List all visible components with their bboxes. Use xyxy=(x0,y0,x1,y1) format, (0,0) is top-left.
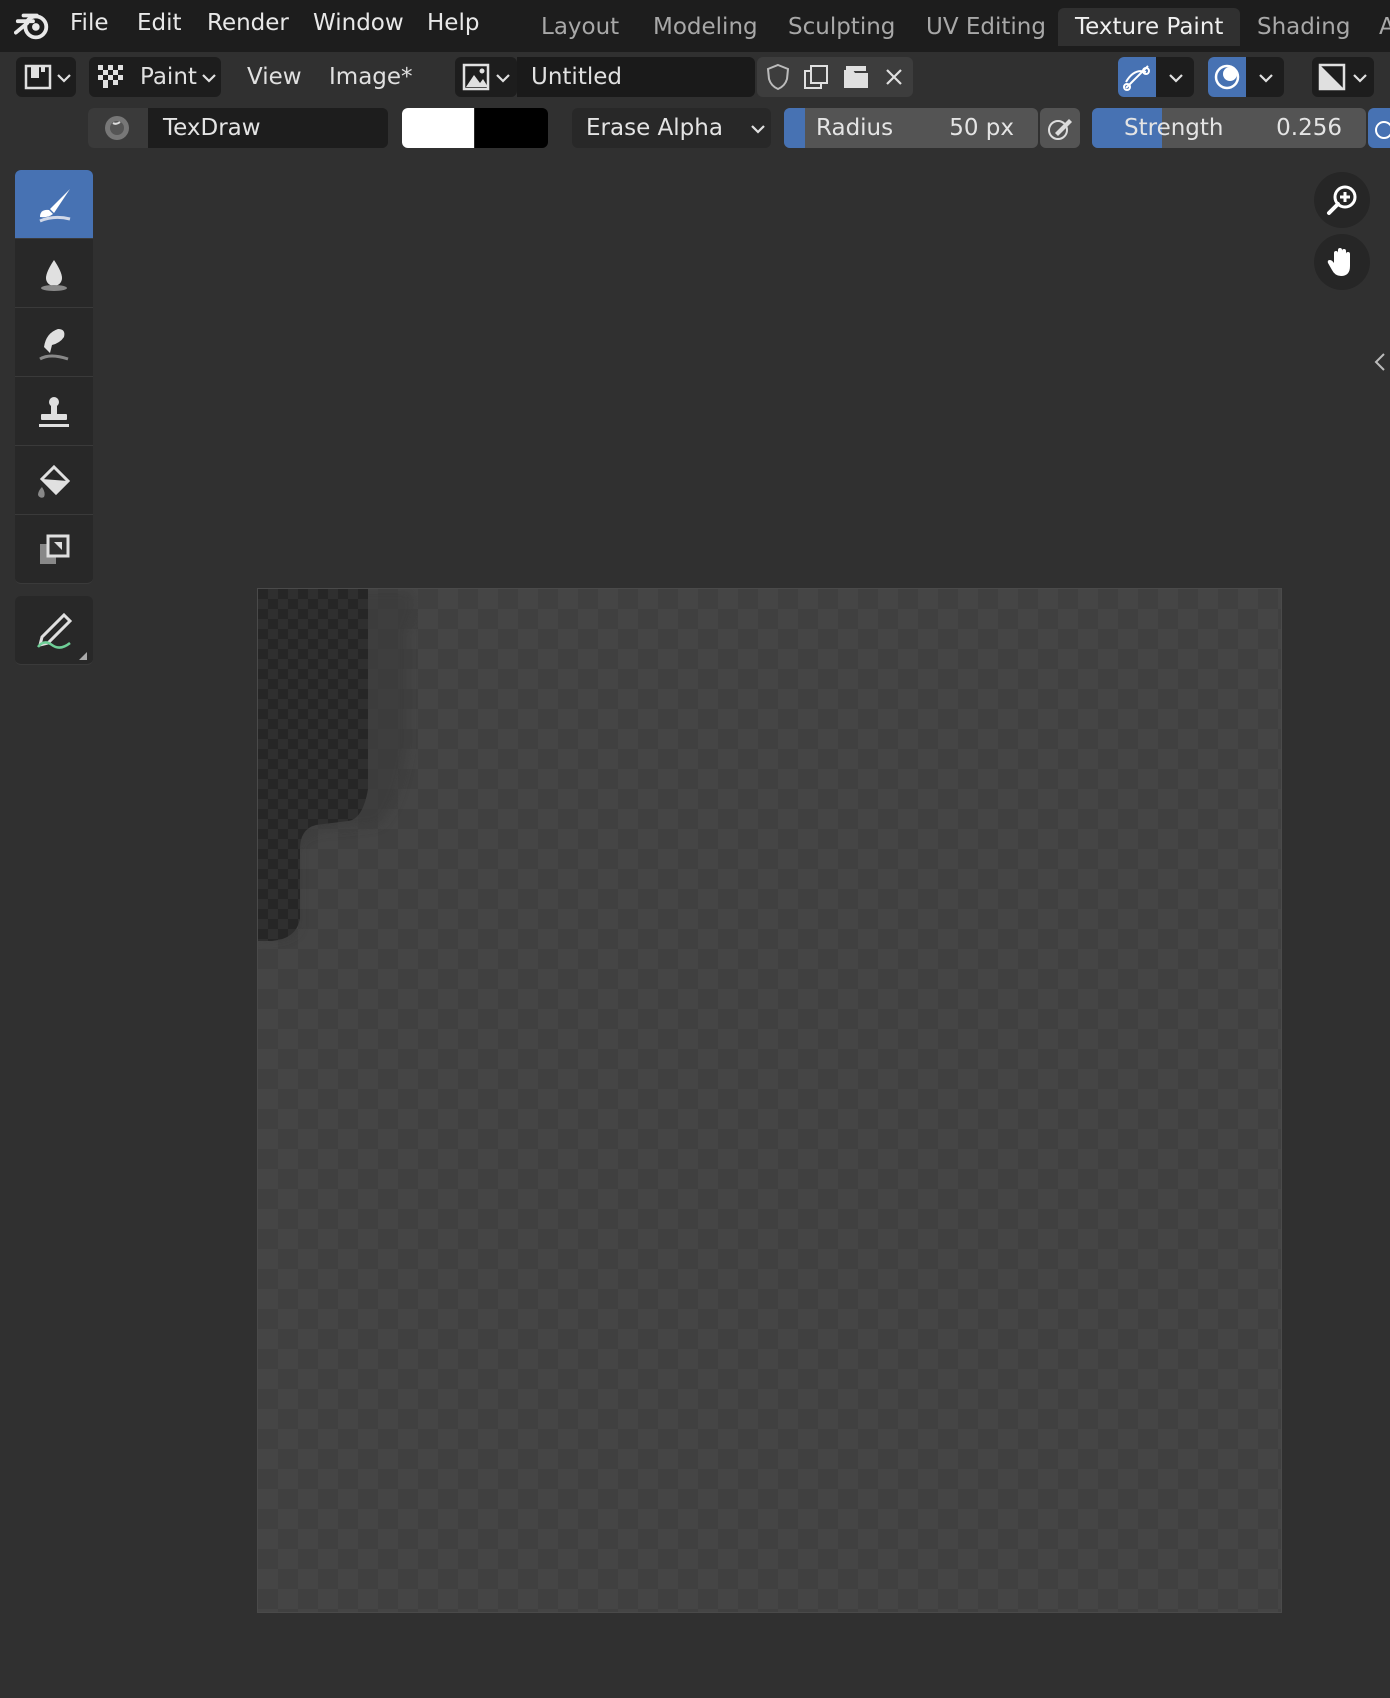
strength-pressure-button[interactable] xyxy=(1368,108,1390,148)
editor-type-button[interactable] xyxy=(16,57,76,97)
zoom-gizmo[interactable] xyxy=(1314,172,1370,228)
browse-image-button[interactable] xyxy=(455,57,517,97)
fake-user-shield-icon[interactable] xyxy=(763,62,793,92)
tab-uv-editing[interactable]: UV Editing xyxy=(909,8,1063,46)
brush-sphere-icon xyxy=(105,116,129,140)
curve-icon xyxy=(1123,65,1150,91)
menu-image[interactable]: Image* xyxy=(329,57,413,97)
tab-texture-paint[interactable]: Texture Paint xyxy=(1058,8,1241,46)
new-image-icon[interactable] xyxy=(801,62,831,92)
pen-pressure-icon xyxy=(1048,119,1072,140)
secondary-color-swatch[interactable] xyxy=(475,108,548,148)
erased-alpha-region xyxy=(258,589,416,941)
image-canvas[interactable] xyxy=(257,588,1282,1613)
chevron-down-icon xyxy=(1353,74,1367,83)
paint-checker-icon xyxy=(98,65,123,88)
chevron-down-icon xyxy=(57,74,71,83)
radius-label: Radius xyxy=(816,115,894,141)
overlay-button[interactable] xyxy=(1208,57,1284,97)
image-name-field[interactable]: Untitled xyxy=(517,57,755,97)
display-channels-icon xyxy=(1318,63,1346,91)
blend-mode-text: Erase Alpha xyxy=(586,115,723,141)
tab-layout[interactable]: Layout xyxy=(524,8,636,46)
image-editor-icon xyxy=(24,64,52,90)
image-viewport[interactable] xyxy=(0,156,1390,1698)
menu-file[interactable]: File xyxy=(68,6,111,40)
tab-overflow[interactable]: A xyxy=(1362,8,1390,46)
display-channels-button[interactable] xyxy=(1312,57,1374,97)
blender-logo-icon[interactable] xyxy=(14,6,52,44)
brush-name-text: TexDraw xyxy=(163,115,261,141)
mode-select[interactable]: Paint xyxy=(89,57,221,97)
zoom-in-icon xyxy=(1327,185,1357,215)
brush-name-field[interactable]: TexDraw xyxy=(148,108,388,148)
radius-value: 50 px xyxy=(949,115,1014,141)
menu-help[interactable]: Help xyxy=(425,6,481,40)
chevron-down-icon xyxy=(751,125,765,134)
image-name-text: Untitled xyxy=(531,64,622,90)
menu-view[interactable]: View xyxy=(247,57,302,97)
radius-slider[interactable]: Radius 50 px xyxy=(784,108,1038,148)
overlay-icon xyxy=(1214,64,1240,90)
radius-fill xyxy=(784,108,805,148)
pan-gizmo[interactable] xyxy=(1314,234,1370,290)
radius-pressure-button[interactable] xyxy=(1040,108,1080,148)
menu-window[interactable]: Window xyxy=(311,6,406,40)
primary-color-swatch[interactable] xyxy=(402,108,474,148)
close-icon[interactable] xyxy=(881,64,907,90)
image-icon xyxy=(462,63,490,91)
tab-sculpting[interactable]: Sculpting xyxy=(771,8,912,46)
pen-pressure-icon xyxy=(1375,121,1390,139)
color-swatches xyxy=(402,108,548,148)
editor-header: Paint View Image* Untitled xyxy=(0,52,1390,139)
tool-settings-bar: TexDraw Erase Alpha Radius 50 px Strengt… xyxy=(0,100,1390,156)
chevron-down-icon xyxy=(1259,74,1273,83)
tab-modeling[interactable]: Modeling xyxy=(636,8,775,46)
strength-slider[interactable]: Strength 0.256 xyxy=(1092,108,1366,148)
sidebar-toggle-icon[interactable] xyxy=(1372,350,1388,374)
chevron-down-icon xyxy=(1169,74,1183,83)
strength-value: 0.256 xyxy=(1276,115,1342,141)
chevron-down-icon xyxy=(202,74,216,83)
brush-selector[interactable]: TexDraw xyxy=(88,108,388,148)
hand-icon xyxy=(1327,248,1350,276)
brush-preview[interactable] xyxy=(88,108,148,148)
uv-sync-button[interactable] xyxy=(1118,57,1194,97)
strength-label: Strength xyxy=(1124,115,1224,141)
top-menubar: File Edit Render Window Help Layout Mode… xyxy=(0,0,1390,52)
open-folder-icon[interactable] xyxy=(841,62,871,92)
tab-shading[interactable]: Shading xyxy=(1240,8,1367,46)
menu-render[interactable]: Render xyxy=(205,6,291,40)
mode-label: Paint xyxy=(140,64,197,90)
chevron-down-icon xyxy=(496,74,510,83)
menu-edit[interactable]: Edit xyxy=(135,6,184,40)
image-actions-group xyxy=(757,57,913,97)
blend-mode-select[interactable]: Erase Alpha xyxy=(572,108,771,148)
